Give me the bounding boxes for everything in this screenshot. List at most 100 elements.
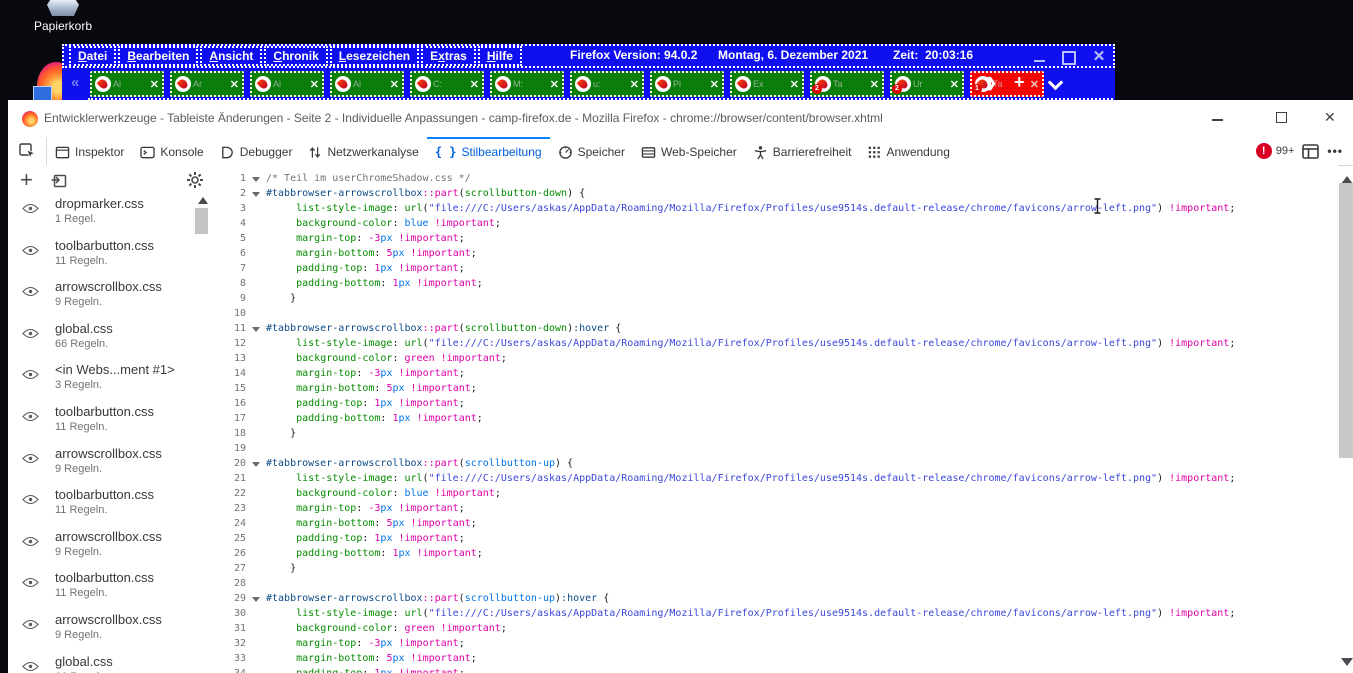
browser-tab[interactable]: Ar✕ xyxy=(170,71,244,97)
code-line[interactable]: 2#tabbrowser-arrowscrollbox::part(scroll… xyxy=(222,186,1338,201)
menu-item-extras[interactable]: Extras xyxy=(421,46,476,66)
browser-tab[interactable]: M:✕ xyxy=(490,71,564,97)
recycle-bin-icon[interactable] xyxy=(47,0,79,16)
fold-arrow-icon[interactable] xyxy=(252,462,260,471)
code-line[interactable]: 26 padding-bottom: 1px !important; xyxy=(222,546,1338,561)
fold-arrow-icon[interactable] xyxy=(252,327,260,336)
eye-visibility-icon[interactable] xyxy=(22,617,39,635)
code-line[interactable]: 17 padding-bottom: 1px !important; xyxy=(222,411,1338,426)
code-line[interactable]: 34 padding-top: 1px !important; xyxy=(222,666,1338,673)
eye-visibility-icon[interactable] xyxy=(22,492,39,510)
code-line[interactable]: 32 margin-top: -3px !important; xyxy=(222,636,1338,651)
sidebar-scroll-up-arrow[interactable] xyxy=(198,192,208,204)
tab-close-icon[interactable]: ✕ xyxy=(790,78,799,91)
browser-tab[interactable]: Al✕ xyxy=(250,71,324,97)
eye-visibility-icon[interactable] xyxy=(22,409,39,427)
minimize-button[interactable] xyxy=(1212,110,1224,124)
code-line[interactable]: 18 } xyxy=(222,426,1338,441)
code-line[interactable]: 11#tabbrowser-arrowscrollbox::part(scrol… xyxy=(222,321,1338,336)
eye-visibility-icon[interactable] xyxy=(22,201,39,219)
code-line[interactable]: 24 margin-bottom: 5px !important; xyxy=(222,516,1338,531)
meatball-menu-icon[interactable]: ••• xyxy=(1327,144,1343,158)
error-badge-icon[interactable]: ! xyxy=(1256,143,1272,159)
code-line[interactable]: 16 padding-top: 1px !important; xyxy=(222,396,1338,411)
close-button[interactable]: ✕ xyxy=(1088,49,1110,65)
tab-close-icon[interactable]: ✕ xyxy=(150,78,159,91)
minimize-button[interactable] xyxy=(1028,49,1050,65)
import-stylesheet-button[interactable] xyxy=(50,171,68,194)
code-line[interactable]: 22 background-color: blue !important; xyxy=(222,486,1338,501)
devtools-tab-debugger[interactable]: Debugger xyxy=(212,137,301,165)
browser-tab[interactable]: 2Ur✕ xyxy=(890,71,964,97)
devtools-tab-inspektor[interactable]: Inspektor xyxy=(47,137,132,165)
code-line[interactable]: 28 xyxy=(222,576,1338,591)
tab-scroll-right-button[interactable]: ❯ xyxy=(986,75,997,91)
code-line[interactable]: 31 background-color: green !important; xyxy=(222,621,1338,636)
split-pane-icon[interactable] xyxy=(1302,144,1319,159)
eye-visibility-icon[interactable] xyxy=(22,451,39,469)
code-line[interactable]: 30 list-style-image: url("file:///C:/Use… xyxy=(222,606,1338,621)
eye-visibility-icon[interactable] xyxy=(22,367,39,385)
tab-close-icon[interactable]: ✕ xyxy=(950,78,959,91)
menu-item-datei[interactable]: Datei xyxy=(69,46,116,66)
browser-tab[interactable]: Al✕ xyxy=(330,71,404,97)
code-line[interactable]: 27 } xyxy=(222,561,1338,576)
eye-visibility-icon[interactable] xyxy=(22,326,39,344)
editor-scrollbar-thumb[interactable] xyxy=(1339,183,1353,458)
eye-visibility-icon[interactable] xyxy=(22,575,39,593)
tab-close-icon[interactable]: ✕ xyxy=(550,78,559,91)
menu-item-hilfe[interactable]: Hilfe xyxy=(478,46,522,66)
close-button[interactable]: ✕ xyxy=(1324,110,1336,124)
editor-scroll-down-arrow[interactable] xyxy=(1341,658,1353,672)
code-line[interactable]: 21 list-style-image: url("file:///C:/Use… xyxy=(222,471,1338,486)
fold-arrow-icon[interactable] xyxy=(252,597,260,606)
code-line[interactable]: 12 list-style-image: url("file:///C:/Use… xyxy=(222,336,1338,351)
menu-item-bearbeiten[interactable]: Bearbeiten xyxy=(118,46,198,66)
element-picker-button[interactable] xyxy=(8,137,47,165)
tab-close-icon[interactable]: ✕ xyxy=(870,78,879,91)
tab-close-icon[interactable]: ✕ xyxy=(470,78,479,91)
browser-tab[interactable]: Al✕ xyxy=(90,71,164,97)
devtools-tab-anwendung[interactable]: Anwendung xyxy=(859,137,957,165)
tab-close-icon[interactable]: ✕ xyxy=(310,78,319,91)
code-line[interactable]: 5 margin-top: -3px !important; xyxy=(222,231,1338,246)
code-line[interactable]: 25 padding-top: 1px !important; xyxy=(222,531,1338,546)
fold-arrow-icon[interactable] xyxy=(252,192,260,201)
browser-tab[interactable]: 2Ta✕ xyxy=(810,71,884,97)
eye-visibility-icon[interactable] xyxy=(22,659,39,673)
new-stylesheet-button[interactable]: + xyxy=(20,171,33,189)
all-tabs-chevron-button[interactable] xyxy=(1050,77,1060,87)
gear-icon[interactable] xyxy=(186,171,204,194)
browser-tab[interactable]: Pl✕ xyxy=(650,71,724,97)
code-line[interactable]: 29#tabbrowser-arrowscrollbox::part(scrol… xyxy=(222,591,1338,606)
tab-scroll-left-button[interactable]: « xyxy=(71,74,79,91)
tab-close-icon[interactable]: ✕ xyxy=(230,78,239,91)
code-line[interactable]: 7 padding-top: 1px !important; xyxy=(222,261,1338,276)
css-source-editor[interactable]: 1/* Teil im userChromeShadow.css */2#tab… xyxy=(222,165,1338,673)
editor-scroll-up-arrow[interactable] xyxy=(1341,170,1353,184)
code-line[interactable]: 4 background-color: blue !important; xyxy=(222,216,1338,231)
maximize-button[interactable] xyxy=(1276,110,1287,123)
code-line[interactable]: 3 list-style-image: url("file:///C:/User… xyxy=(222,201,1338,216)
code-line[interactable]: 14 margin-top: -3px !important; xyxy=(222,366,1338,381)
tab-close-icon[interactable]: ✕ xyxy=(1030,78,1039,91)
code-line[interactable]: 1/* Teil im userChromeShadow.css */ xyxy=(222,171,1338,186)
code-line[interactable]: 6 margin-bottom: 5px !important; xyxy=(222,246,1338,261)
menu-item-ansicht[interactable]: Ansicht xyxy=(200,46,262,66)
tab-close-icon[interactable]: ✕ xyxy=(710,78,719,91)
tab-close-icon[interactable]: ✕ xyxy=(390,78,399,91)
tab-close-icon[interactable]: ✕ xyxy=(630,78,639,91)
code-line[interactable]: 8 padding-bottom: 1px !important; xyxy=(222,276,1338,291)
devtools-tab-barrierefreiheit[interactable]: Barrierefreiheit xyxy=(745,137,860,165)
eye-visibility-icon[interactable] xyxy=(22,534,39,552)
browser-tab-active[interactable]: 1Ta✕ xyxy=(970,71,1044,97)
browser-tab[interactable]: u:✕ xyxy=(570,71,644,97)
code-line[interactable]: 13 background-color: green !important; xyxy=(222,351,1338,366)
devtools-tab-netzwerkanalyse[interactable]: Netzwerkanalyse xyxy=(300,137,426,165)
code-line[interactable]: 9 } xyxy=(222,291,1338,306)
code-line[interactable]: 19 xyxy=(222,441,1338,456)
eye-visibility-icon[interactable] xyxy=(22,284,39,302)
devtools-tab-stilbearbeitung[interactable]: { }Stilbearbeitung xyxy=(427,137,550,165)
menu-item-chronik[interactable]: Chronik xyxy=(264,46,327,66)
code-line[interactable]: 20#tabbrowser-arrowscrollbox::part(scrol… xyxy=(222,456,1338,471)
